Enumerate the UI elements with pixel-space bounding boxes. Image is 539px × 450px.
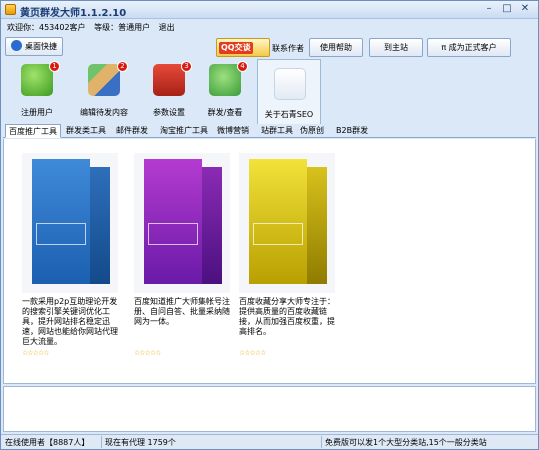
product-description: 一款采用p2p互助理论开发的搜索引擎关键词优化工具，提升网站排名稳定迅速，网站也… [22, 297, 118, 346]
desktop-shortcut-button[interactable]: 桌面快捷 [5, 37, 63, 56]
online-users-status: 在线使用者【8887人】 [5, 438, 90, 447]
product-box-image [134, 153, 230, 293]
user-icon [21, 64, 53, 96]
tab-taobao-tools[interactable]: 淘宝推广工具 [157, 124, 211, 138]
main-site-button[interactable]: 到主站 [369, 38, 423, 57]
step-badge: 2 [117, 61, 128, 72]
tab-weibo-marketing[interactable]: 微博营销 [214, 124, 252, 138]
step-badge: 3 [181, 61, 192, 72]
rating-stars: ☆☆☆☆☆ [22, 349, 49, 357]
maximize-icon[interactable]: □ [499, 3, 515, 16]
title-bar: 黄页群发大师1.1.2.10 – □ ✕ [1, 1, 538, 19]
tab-pseudo-original[interactable]: 伪原创 [297, 124, 327, 138]
user-level: 等级：普通用户 [94, 23, 151, 32]
toolbar-label: 注册用户 [21, 108, 53, 117]
product-panel: 一款采用p2p互助理论开发的搜索引擎关键词优化工具，提升网站排名稳定迅速，网站也… [3, 139, 536, 384]
app-icon [5, 4, 16, 15]
close-icon[interactable]: ✕ [517, 3, 533, 16]
step-badge: 4 [237, 61, 248, 72]
product-description: 百度收藏分享大师专注于：提供高质量的百度收藏链接，从而加强百度权重，提高排名。 [239, 297, 335, 336]
desktop-shortcut-label: 桌面快捷 [25, 42, 57, 51]
logout-link[interactable]: 退出 [159, 23, 175, 32]
qq-chat-button[interactable]: QQ交谈 [216, 38, 270, 57]
product-box-image [239, 153, 335, 293]
toolbar-about[interactable]: 关于石青SEO [257, 59, 321, 124]
qq-icon: QQ交谈 [219, 42, 253, 54]
app-window: 黄页群发大师1.1.2.10 – □ ✕ 欢迎你：453402客户 等级：普通用… [0, 0, 539, 450]
product-description: 百度知道推广大师集帐号注册、自问自答、批量采纳随网为一体。 [134, 297, 230, 326]
tab-mass-send-tools[interactable]: 群发类工具 [63, 124, 109, 138]
tab-b2b-send[interactable]: B2B群发 [333, 124, 371, 138]
welcome-text: 欢迎你：453402客户 [7, 23, 86, 32]
rating-stars: ☆☆☆☆☆ [134, 349, 161, 357]
tab-site-group-tools[interactable]: 站群工具 [258, 124, 296, 138]
toolbar-register-user[interactable]: 1 注册用户 [9, 58, 65, 120]
minimize-icon[interactable]: – [481, 3, 497, 16]
log-panel[interactable] [3, 386, 536, 432]
help-button[interactable]: 使用帮助 [309, 38, 363, 57]
category-tabs: 百度推广工具 群发类工具 邮件群发 淘宝推广工具 微博营销 站群工具 伪原创 B… [3, 124, 536, 138]
status-bar: 在线使用者【8887人】 现在有代理 1759个 免费版可以发1个大型分类站,1… [1, 434, 538, 449]
shortcut-arrow-icon [11, 40, 22, 51]
rating-stars: ☆☆☆☆☆ [239, 349, 266, 357]
product-box-image [22, 153, 118, 293]
user-info-bar: 欢迎你：453402客户 等级：普通用户 退出 [7, 22, 181, 34]
step-badge: 1 [49, 61, 60, 72]
toolbar-send-view[interactable]: 4 群发/查看 [197, 58, 253, 120]
toolbox-icon [153, 64, 185, 96]
chat-bubbles-icon [209, 64, 241, 96]
about-icon [274, 68, 306, 100]
version-notice-status: 免费版可以发1个大型分类站,15个一般分类站 [325, 438, 487, 447]
toolbar-label: 群发/查看 [207, 108, 243, 117]
toolbar-label: 编辑待发内容 [80, 108, 128, 117]
toolbar-edit-content[interactable]: 2 编辑待发内容 [71, 58, 137, 120]
toolbar-label: 参数设置 [153, 108, 185, 117]
toolbar-label: 关于石青SEO [264, 110, 314, 119]
toolbar-settings[interactable]: 3 参数设置 [141, 58, 197, 120]
proxy-count-status: 现在有代理 1759个 [105, 438, 176, 447]
become-customer-button[interactable]: π 成为正式客户 [427, 38, 511, 57]
tab-baidu-tools[interactable]: 百度推广工具 [5, 124, 61, 138]
tab-email-send[interactable]: 邮件群发 [113, 124, 151, 138]
pencil-icon [88, 64, 120, 96]
contact-author-link[interactable]: 联系作者 [272, 43, 304, 54]
window-title: 黄页群发大师1.1.2.10 [20, 8, 127, 19]
